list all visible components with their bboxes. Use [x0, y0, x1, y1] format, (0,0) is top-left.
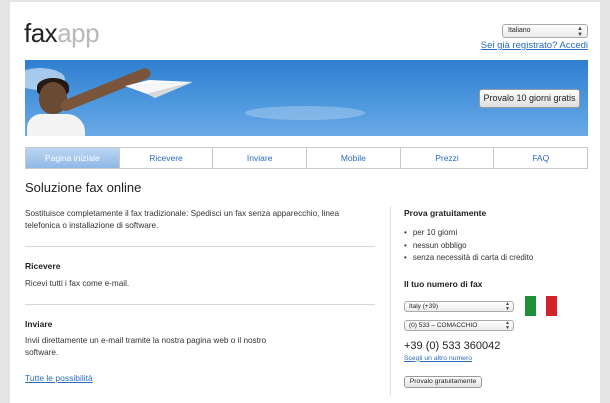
page-title: Soluzione fax online	[25, 180, 142, 195]
choose-other-number-link[interactable]: Scegli un altro numero	[404, 355, 594, 362]
area-select-value: (0) 533 – COMACCHIO	[409, 321, 478, 329]
send-text: Invii direttamente un e-mail tramite la …	[25, 336, 267, 357]
logo-fax: fax	[24, 18, 58, 48]
try-free-button[interactable]: Provalo gratuitamente	[404, 375, 482, 388]
send-title: Inviare	[25, 319, 53, 329]
tab-home[interactable]: Pagina iniziale	[26, 148, 119, 168]
divider	[25, 246, 375, 247]
page: faxapp Italiano ▲ ▼ Sei già registrato? A…	[10, 2, 600, 403]
receive-text: Ricevi tutti i fax come e-mail.	[25, 279, 130, 288]
trial-title: Prova gratuitamente	[404, 208, 487, 218]
list-item: per 10 giorni	[404, 227, 594, 240]
country-select-value: Italy (+39)	[409, 302, 439, 310]
tab-faq[interactable]: FAQ	[493, 148, 588, 168]
signup-sidebar: Prova gratuitamente per 10 giorni nessun…	[404, 208, 594, 388]
tab-receive[interactable]: Ricevere	[118, 148, 213, 168]
list-item: senza necessità di carta di credito	[404, 252, 594, 265]
hero-banner: Provalo 10 giorni gratis	[25, 60, 588, 136]
intro-text: Sostituisce completamente il fax tradizi…	[25, 209, 340, 230]
country-select[interactable]: Italy (+39) ▲ ▼	[404, 300, 514, 312]
login-link[interactable]: Sei già registrato? Accedi	[481, 40, 588, 51]
tab-mobile[interactable]: Mobile	[306, 148, 400, 168]
italy-flag-icon	[525, 295, 558, 316]
cloud-shape	[245, 106, 365, 120]
trial-banner-button[interactable]: Provalo 10 giorni gratis	[479, 89, 580, 108]
faxapp-logo[interactable]: faxapp	[24, 18, 100, 49]
main-nav-tabs: Pagina iniziale Ricevere Inviare Mobile …	[25, 147, 588, 169]
dropdown-arrows-icon: ▲ ▼	[505, 319, 510, 331]
main-content: Sostituisce completamente il fax tradizi…	[25, 208, 375, 383]
dropdown-arrows-icon: ▲ ▼	[577, 26, 583, 38]
fax-number-title: Il tuo numero di fax	[404, 278, 483, 289]
language-select-value: Italiano	[508, 27, 531, 34]
tab-prices[interactable]: Prezzi	[399, 148, 494, 168]
tab-send[interactable]: Inviare	[212, 148, 307, 168]
column-divider	[390, 206, 391, 396]
boy-body	[27, 114, 85, 136]
list-item: nessun obbligo	[404, 240, 594, 253]
number-selectors: Italy (+39) ▲ ▼ (0) 533 – COMACCHIO ▲ ▼	[404, 295, 594, 337]
paper-plane-icon	[125, 80, 193, 98]
logo-app: app	[57, 18, 100, 48]
divider	[25, 304, 375, 305]
all-features-link[interactable]: Tutte le possibilità	[25, 373, 375, 383]
language-select[interactable]: Italiano ▲ ▼	[502, 24, 588, 38]
receive-title: Ricevere	[25, 261, 61, 271]
trial-benefits-list: per 10 giorni nessun obbligo senza neces…	[404, 227, 594, 265]
dropdown-arrows-icon: ▲ ▼	[505, 300, 510, 312]
fax-number: +39 (0) 533 360042	[404, 339, 501, 352]
area-code-select[interactable]: (0) 533 – COMACCHIO ▲ ▼	[404, 319, 514, 331]
